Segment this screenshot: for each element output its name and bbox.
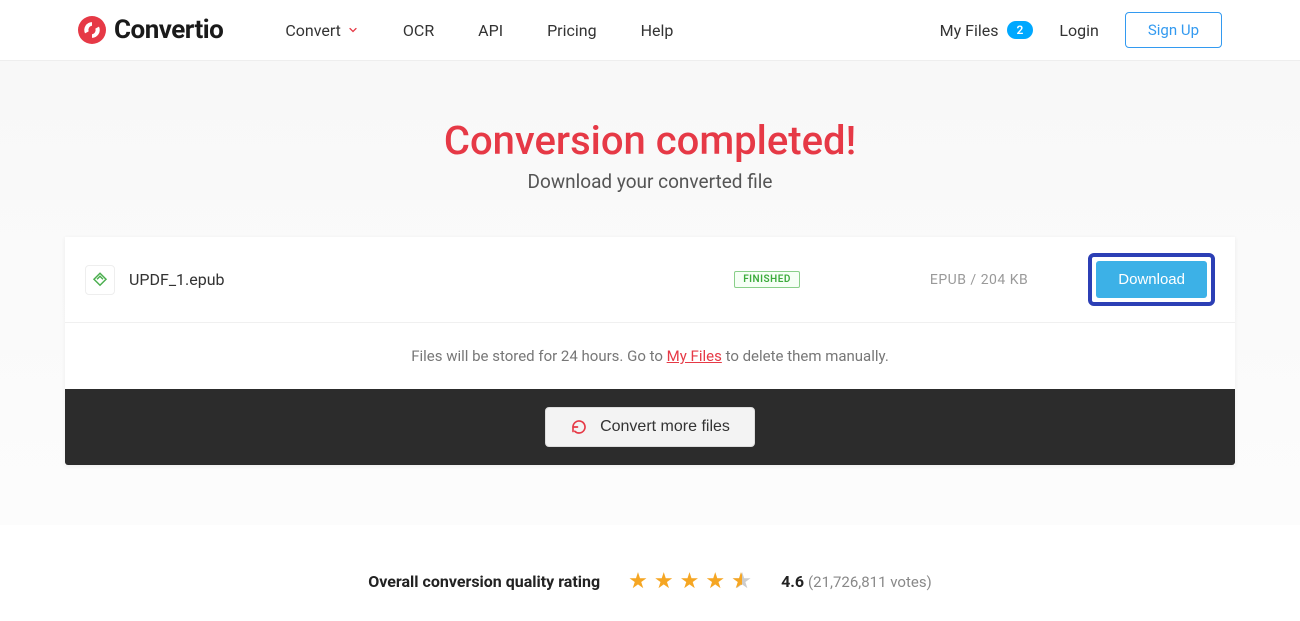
logo-text: Convertio xyxy=(114,15,223,45)
my-files-count-badge: 2 xyxy=(1007,21,1034,39)
my-files-link[interactable]: My Files 2 xyxy=(940,21,1034,40)
rating-stars[interactable]: ★ ★ ★ ★ ★★ xyxy=(628,569,753,594)
status-badge: FINISHED xyxy=(734,271,800,288)
star-icon: ★ xyxy=(654,569,674,594)
file-icon-wrap xyxy=(85,265,115,295)
page-subtitle: Download your converted file xyxy=(0,170,1300,193)
file-format: EPUB xyxy=(930,272,967,288)
result-card: UPDF_1.epub FINISHED EPUB / 204 KB Downl… xyxy=(65,237,1235,465)
note-suffix: to delete them manually. xyxy=(722,347,889,365)
file-size: 204 KB xyxy=(981,272,1029,288)
logo[interactable]: Convertio xyxy=(78,15,223,45)
rating-label: Overall conversion quality rating xyxy=(368,572,600,591)
note-prefix: Files will be stored for 24 hours. Go to xyxy=(411,347,666,365)
file-name: UPDF_1.epub xyxy=(129,270,225,289)
logo-icon xyxy=(78,16,106,44)
rating-votes: (21,726,811 votes) xyxy=(808,573,932,591)
refresh-icon xyxy=(570,418,588,436)
nav-pricing[interactable]: Pricing xyxy=(547,21,597,40)
rating-row: Overall conversion quality rating ★ ★ ★ … xyxy=(0,569,1300,594)
chevron-down-icon xyxy=(347,24,359,36)
rating-value-group: 4.6 (21,726,811 votes) xyxy=(781,572,932,591)
main-nav: Convert OCR API Pricing Help xyxy=(285,21,673,40)
convert-more-bar: Convert more files xyxy=(65,389,1235,465)
site-header: Convertio Convert OCR API Pricing Help M… xyxy=(0,0,1300,61)
main-content: Conversion completed! Download your conv… xyxy=(0,61,1300,525)
rating-value: 4.6 xyxy=(781,572,804,591)
my-files-label: My Files xyxy=(940,21,999,40)
nav-ocr[interactable]: OCR xyxy=(403,21,434,40)
download-button[interactable]: Download xyxy=(1096,261,1207,298)
nav-help[interactable]: Help xyxy=(641,21,674,40)
nav-api[interactable]: API xyxy=(478,21,503,40)
convert-more-label: Convert more files xyxy=(600,418,730,436)
file-meta: EPUB / 204 KB xyxy=(930,272,1028,288)
download-highlight: Download xyxy=(1088,253,1215,306)
signup-button[interactable]: Sign Up xyxy=(1125,12,1222,48)
file-row: UPDF_1.epub FINISHED EPUB / 204 KB Downl… xyxy=(65,237,1235,323)
star-icon: ★ xyxy=(680,569,700,594)
storage-note: Files will be stored for 24 hours. Go to… xyxy=(65,323,1235,389)
star-icon: ★ xyxy=(628,569,648,594)
my-files-inline-link[interactable]: My Files xyxy=(667,347,722,365)
login-link[interactable]: Login xyxy=(1059,21,1098,40)
epub-file-icon xyxy=(91,271,109,289)
star-icon: ★ xyxy=(705,569,725,594)
star-half-icon: ★★ xyxy=(731,569,753,594)
page-title: Conversion completed! xyxy=(0,117,1300,164)
rating-section: Overall conversion quality rating ★ ★ ★ … xyxy=(0,525,1300,614)
convert-more-button[interactable]: Convert more files xyxy=(545,407,755,447)
nav-convert-label: Convert xyxy=(285,21,341,40)
header-left: Convertio Convert OCR API Pricing Help xyxy=(78,15,673,45)
header-right: My Files 2 Login Sign Up xyxy=(940,12,1222,48)
nav-convert[interactable]: Convert xyxy=(285,21,359,40)
